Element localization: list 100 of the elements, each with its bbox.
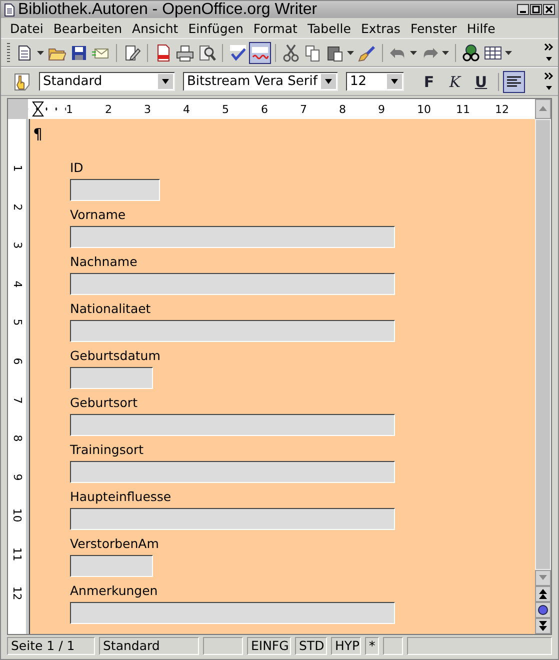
ruler-number: 7 [300,102,339,116]
ruler-number: 1 [66,102,105,116]
text-field[interactable] [70,461,395,483]
minimize-icon[interactable] [517,4,529,15]
menu-item[interactable]: Tabelle [302,20,356,36]
field-label: VerstorbenAm [70,536,159,552]
dropdown-arrow-icon[interactable] [442,50,449,54]
dropdown-arrow-icon[interactable] [347,50,354,54]
italic-button[interactable]: K [444,70,466,92]
text-field[interactable] [70,555,153,577]
ruler-number: 1 [10,164,24,172]
dropdown-arrow-icon[interactable] [505,50,512,54]
field-label: Geburtsdatum [70,348,160,364]
ruler-number: 11 [10,547,24,562]
navigator-button[interactable] [460,42,482,64]
ruler-number: 4 [10,280,24,288]
document-icon [4,2,15,16]
edit-icon [123,44,141,62]
ruler-number: 5 [222,102,261,116]
align-left-button[interactable] [503,70,525,92]
field-label: Anmerkungen [70,583,158,599]
window-title: Bibliothek.Autoren - OpenOffice.org Writer [18,1,318,18]
maximize-icon[interactable] [530,4,542,15]
status-text: Seite 1 / 1 [7,637,95,655]
menu-item[interactable]: Format [248,20,302,36]
field-label: Geburtsort [70,395,138,411]
menu-item[interactable]: Extras [356,20,406,36]
ruler-number: 6 [261,102,300,116]
field-label: Trainingsort [70,442,144,458]
vertical-ruler[interactable]: 1 2 3 4 5 6 7 8 9 10 11 12 [8,119,26,634]
text-field[interactable] [70,367,153,389]
ruler-number: 5 [10,319,24,326]
text-field[interactable] [70,414,395,436]
navigation-icon[interactable] [535,602,551,618]
underline-button[interactable]: U [470,70,492,92]
close-icon[interactable] [543,4,555,15]
table-icon [484,44,502,62]
dropdown-arrow-icon[interactable] [410,50,417,54]
status-text: STD [295,637,327,655]
navigator-icon [462,44,480,62]
brush-icon [358,44,376,62]
vertical-scrollbar[interactable] [535,119,551,634]
paragraph-style-combo[interactable]: Standard [39,72,175,91]
next-page-icon[interactable] [535,618,551,634]
autospell-button[interactable] [249,42,271,64]
status-text: HYP [331,637,361,655]
status-text: EINFG [247,637,291,655]
overflow-icon[interactable] [544,70,554,92]
align-left-icon [507,76,521,88]
bold-button[interactable]: F [418,70,440,92]
menu-item[interactable]: Bearbeiten [48,20,128,36]
ruler-number: 11 [456,102,495,116]
menu-item[interactable]: Fenster [405,20,462,36]
status-cell [203,637,243,655]
menu-item[interactable]: Einfügen [183,20,248,36]
ruler-number: 12 [10,586,24,600]
field-label: ID [70,160,84,176]
font-size-combo[interactable]: 12 [346,72,404,91]
ruler-number: 9 [378,102,417,116]
save-icon [70,44,88,62]
ruler-number: 8 [339,102,378,116]
cut-icon [282,44,300,62]
menu-item[interactable]: Ansicht [127,20,184,36]
status-text: * [365,637,379,655]
status-cell [383,637,403,655]
text-field[interactable] [70,273,395,295]
paste-icon [326,44,344,62]
ruler-number: 10 [417,102,456,116]
paragraph-mark: ¶ [33,125,43,143]
menu-item[interactable]: Hilfe [462,20,500,36]
ruler-number: 6 [10,358,24,365]
ruler-number: 3 [10,242,24,249]
status-text: Standard [99,637,199,655]
horizontal-ruler[interactable]: 1 2 3 4 5 6 7 8 9 10 11 12 [28,99,535,119]
field-label: Nachname [70,254,138,270]
previous-page-icon[interactable] [535,586,551,602]
indent-marker-icon[interactable] [32,101,44,117]
copy-icon [304,44,322,62]
field-label: Vorname [70,207,126,223]
text-field[interactable] [70,320,395,342]
font-name-combo[interactable]: Bitstream Vera Serif [183,72,338,91]
field-label: Nationalitaet [70,301,151,317]
ruler-number: 3 [144,102,183,116]
dropdown-arrow-icon[interactable] [37,50,44,54]
ruler-number: 12 [495,102,534,116]
ruler-number: 9 [10,474,24,481]
text-field[interactable] [70,508,395,530]
ruler-number: 8 [10,434,24,442]
spell-icon [229,44,247,62]
toolbar-grip[interactable] [7,42,10,62]
field-label: Haupteinfluesse [70,489,172,505]
text-field[interactable] [70,226,395,248]
print-icon [176,44,194,62]
ruler-number: 2 [10,203,24,210]
menu-item[interactable]: Datei [5,20,48,36]
ruler-number: 4 [183,102,222,116]
text-field[interactable] [70,602,395,624]
text-field[interactable] [70,179,160,201]
ruler-number: 2 [105,102,144,116]
overflow-icon[interactable] [544,42,554,64]
